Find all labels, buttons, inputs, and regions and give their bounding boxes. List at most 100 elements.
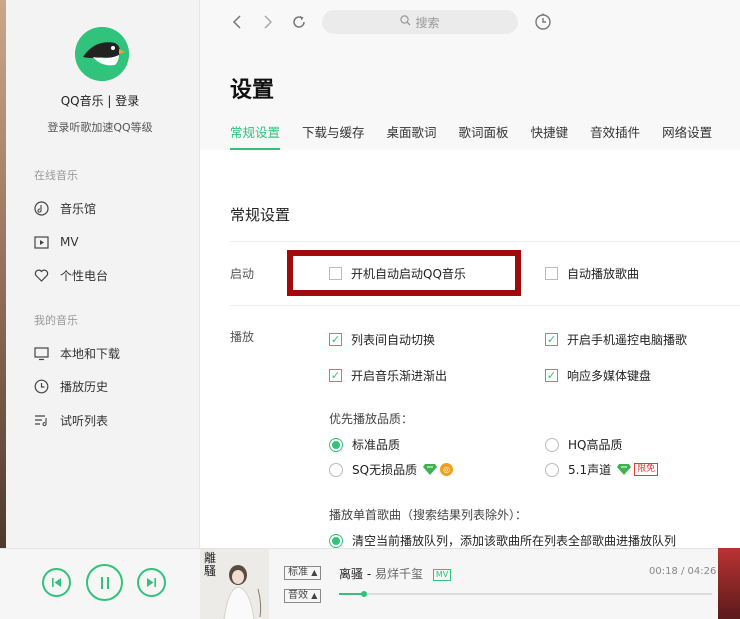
top-toolbar: 搜索 (200, 0, 740, 44)
quality-sq-radio[interactable]: SQ无损品质 ◎ (329, 461, 454, 478)
coin-icon: ◎ (440, 463, 454, 476)
settings-tabs: 常规设置 下载与缓存 桌面歌词 歌词面板 快捷键 音效插件 网络设置 (230, 122, 734, 150)
radio-dot (545, 437, 559, 452)
radio-dot (329, 533, 343, 548)
chevron-up-icon: ▲ (311, 591, 318, 600)
progress-bar[interactable] (339, 591, 712, 597)
search-placeholder: 搜索 (415, 15, 440, 30)
refresh-icon (293, 16, 305, 28)
next-icon (147, 578, 156, 587)
login-link[interactable]: 登录 (115, 94, 139, 108)
artist-name[interactable]: 易烊千玺 (375, 567, 423, 581)
playlist-icon (33, 412, 49, 428)
playback-time: 00:18 / 04:26 (649, 566, 717, 577)
forward-button[interactable] (259, 12, 277, 32)
penguin-logo-icon (75, 27, 129, 81)
section-title: 常规设置 (230, 206, 291, 224)
recognize-button[interactable] (533, 12, 553, 32)
sidebar-item-trial-list[interactable]: 试听列表 (33, 410, 108, 430)
mv-tag[interactable]: MV (432, 568, 452, 581)
quality-label: 优先播放品质： (329, 412, 414, 426)
login-hint: 登录听歌加速QQ等级 (47, 121, 153, 134)
chevron-left-icon (232, 15, 241, 29)
user-line: QQ音乐 | 登录 (0, 92, 200, 109)
media-keys-checkbox[interactable]: 响应多媒体键盘 (545, 367, 651, 384)
quality-51-label: 5.1声道 (568, 463, 612, 477)
sidebar-item-label: 播放历史 (60, 379, 109, 394)
radio-heart-icon (33, 267, 49, 283)
now-playing: 离骚 - 易烊千玺 MV (339, 565, 452, 582)
back-button[interactable] (228, 12, 246, 32)
quality-button-label: 标准 (288, 567, 308, 578)
user-name: QQ音乐 (60, 94, 104, 108)
tab-lyrics-panel[interactable]: 歌词面板 (459, 122, 509, 150)
quality-hq-radio[interactable]: HQ高品质 (545, 436, 622, 453)
free-limited-badge: 限免 (634, 463, 659, 476)
player-bar: 離騷 标准 ▲ 音效 ▲ 离骚 - 易烊千玺 MV 00:18 / 04:26 (0, 548, 740, 619)
quality-51-radio[interactable]: 5.1声道 限免 (545, 461, 659, 478)
fade-checkbox[interactable]: 开启音乐渐进渐出 (329, 367, 447, 384)
sidebar-item-local-download[interactable]: 本地和下载 (33, 343, 120, 363)
green-diamond-icon (423, 463, 438, 476)
replace-queue-label: 清空当前播放队列，添加该歌曲所在列表全部歌曲进播放队列 (352, 534, 677, 548)
sidebar-item-label: MV (60, 235, 79, 249)
radio-dot (329, 437, 343, 452)
quality-standard-label: 标准品质 (352, 438, 401, 452)
quality-button[interactable]: 标准 ▲ (284, 566, 322, 580)
divider (230, 305, 740, 306)
phone-remote-label: 开启手机遥控电脑播歌 (567, 333, 688, 347)
quality-standard-radio[interactable]: 标准品质 (329, 436, 400, 453)
previous-icon (52, 578, 61, 587)
dash: - (366, 567, 375, 581)
quality-hq-label: HQ高品质 (568, 438, 623, 452)
pause-button[interactable] (86, 564, 123, 601)
replace-queue-radio[interactable]: 清空当前播放队列，添加该歌曲所在列表全部歌曲进播放队列 (329, 532, 676, 548)
green-diamond-icon (617, 463, 632, 476)
settings-panel: 搜索 设置 常规设置 下载与缓存 桌面歌词 歌词面板 快捷键 音效插件 网络设置… (200, 0, 740, 548)
background-strip (718, 548, 740, 619)
phone-remote-checkbox[interactable]: 开启手机遥控电脑播歌 (545, 331, 687, 348)
sidebar-item-radio[interactable]: 个性电台 (33, 265, 108, 285)
checkbox-box (545, 369, 558, 382)
media-keys-label: 响应多媒体键盘 (567, 369, 652, 383)
single-song-label: 播放单首歌曲（搜索结果列表除外）： (329, 508, 528, 522)
search-icon (400, 15, 411, 29)
tab-download-cache[interactable]: 下载与缓存 (302, 122, 365, 150)
page-title: 设置 (230, 78, 275, 103)
tab-hotkeys[interactable]: 快捷键 (531, 122, 569, 150)
tab-effects-plugins[interactable]: 音效插件 (590, 122, 640, 150)
song-title[interactable]: 离骚 (339, 567, 363, 581)
sidebar-item-music-hall[interactable]: 音乐馆 (33, 198, 96, 218)
checkbox-box (329, 369, 342, 382)
search-input[interactable]: 搜索 (322, 10, 518, 34)
tab-network[interactable]: 网络设置 (662, 122, 712, 150)
progress-handle[interactable] (361, 591, 368, 597)
effect-button-label: 音效 (288, 590, 308, 601)
effect-button[interactable]: 音效 ▲ (284, 589, 322, 603)
startup-label: 启动 (230, 267, 255, 281)
sidebar-item-label: 本地和下载 (60, 346, 121, 361)
settings-header: 设置 常规设置 下载与缓存 桌面歌词 歌词面板 快捷键 音效插件 网络设置 (200, 44, 740, 150)
my-music-section-title: 我的音乐 (34, 314, 78, 327)
pause-icon (100, 576, 109, 589)
list-autoswitch-checkbox[interactable]: 列表间自动切换 (329, 331, 435, 348)
sidebar-item-mv[interactable]: MV (33, 232, 79, 252)
album-cover[interactable]: 離騷 (200, 549, 269, 619)
sidebar-item-label: 个性电台 (60, 268, 109, 283)
radio-dot (545, 462, 559, 477)
checkbox-box (545, 333, 558, 346)
timer-icon (535, 13, 551, 30)
sidebar-item-history[interactable]: 播放历史 (33, 376, 108, 396)
online-music-section-title: 在线音乐 (34, 169, 78, 182)
sidebar: QQ音乐 | 登录 登录听歌加速QQ等级 在线音乐 音乐馆 MV 个性电台 我的… (0, 0, 200, 619)
autoplay-checkbox[interactable]: 自动播放歌曲 (545, 265, 639, 282)
avatar[interactable] (75, 27, 129, 81)
monitor-icon (33, 345, 49, 361)
mv-icon (33, 234, 49, 250)
tab-desktop-lyrics[interactable]: 桌面歌词 (387, 122, 437, 150)
tab-general[interactable]: 常规设置 (230, 122, 281, 150)
previous-button[interactable] (42, 568, 71, 597)
next-button[interactable] (137, 568, 166, 597)
radio-dot (329, 462, 343, 477)
refresh-button[interactable] (290, 12, 308, 32)
